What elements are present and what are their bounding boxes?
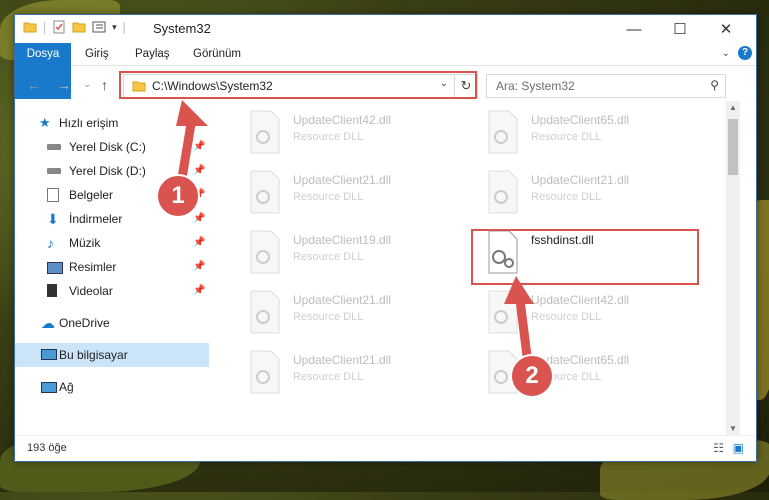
- step-badge-1: 1: [156, 174, 200, 218]
- annotation-arrows: [176, 100, 534, 357]
- step-badge-2: 2: [510, 354, 554, 398]
- arrow-head-1: [176, 100, 208, 126]
- arrow-head-2: [504, 276, 534, 304]
